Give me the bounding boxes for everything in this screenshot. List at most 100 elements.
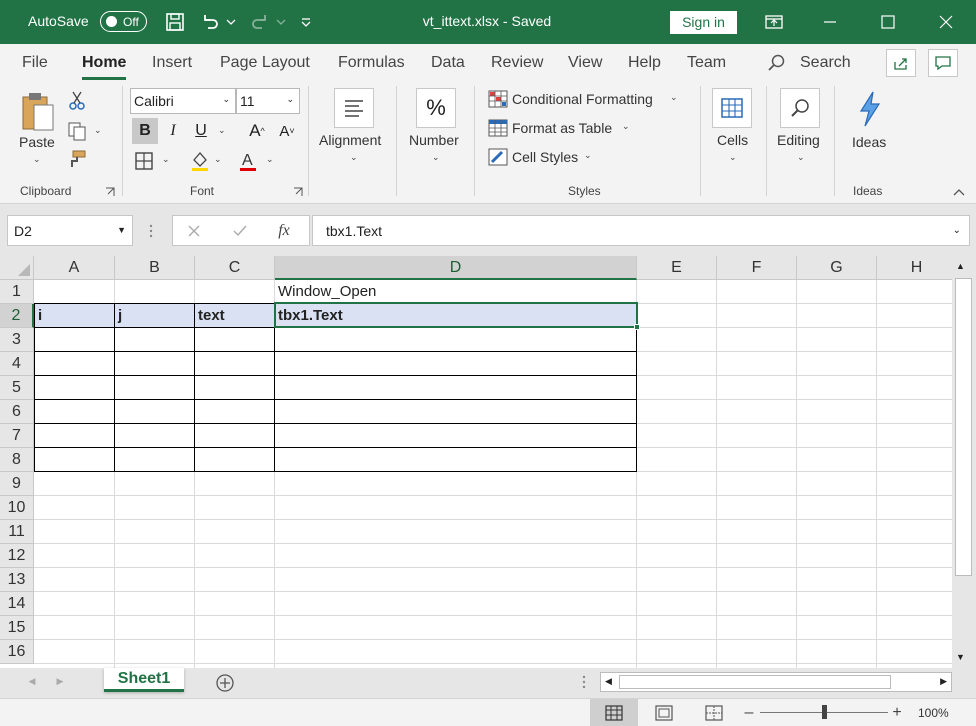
copy-icon[interactable]: [66, 120, 88, 142]
normal-view-icon[interactable]: [604, 704, 624, 722]
tab-home[interactable]: Home: [82, 54, 127, 80]
underline-icon[interactable]: U: [190, 118, 212, 144]
number-label[interactable]: Number: [409, 132, 459, 148]
row-header[interactable]: 6: [0, 400, 34, 424]
scroll-right-icon[interactable]: ▶: [940, 676, 947, 687]
cell-a2[interactable]: i: [35, 304, 42, 328]
tab-data[interactable]: Data: [431, 54, 465, 72]
row-header[interactable]: 10: [0, 496, 34, 520]
close-icon[interactable]: [934, 10, 958, 34]
add-sheet-icon[interactable]: [214, 672, 236, 694]
conditional-formatting-label[interactable]: Conditional Formatting: [512, 91, 653, 107]
tab-team[interactable]: Team: [687, 54, 726, 72]
number-dropdown-icon[interactable]: ⌄: [432, 152, 440, 163]
sheet-tab-sheet1[interactable]: Sheet1: [104, 668, 184, 692]
tab-insert[interactable]: Insert: [152, 54, 192, 72]
percent-icon[interactable]: %: [416, 88, 456, 128]
cancel-icon[interactable]: [183, 222, 205, 240]
horizontal-scrollbar[interactable]: ◀ ▶: [600, 672, 952, 692]
cut-icon[interactable]: [66, 90, 88, 112]
horizontal-scroll-thumb[interactable]: [619, 675, 891, 689]
tab-file[interactable]: File: [22, 54, 48, 72]
zoom-out-icon[interactable]: –: [742, 704, 756, 722]
worksheet-grid[interactable]: A B C D E F G H 1 2 3 4 5 6 7 8 9 10 11 …: [0, 256, 952, 668]
scroll-left-icon[interactable]: ◀: [605, 676, 612, 687]
undo-dropdown-icon[interactable]: [224, 10, 238, 34]
vertical-scroll-thumb[interactable]: [955, 278, 972, 576]
share-button[interactable]: [886, 49, 916, 77]
scroll-tabs-right-icon[interactable]: ▶: [54, 674, 66, 688]
cells-icon[interactable]: [712, 88, 752, 128]
format-as-table-label[interactable]: Format as Table: [512, 120, 612, 136]
conditional-formatting-icon[interactable]: [488, 90, 508, 108]
maximize-icon[interactable]: [876, 10, 900, 34]
row-header[interactable]: 1: [0, 280, 34, 304]
collapse-ribbon-icon[interactable]: [952, 186, 966, 198]
chevron-down-icon[interactable]: ⌄: [622, 121, 630, 132]
row-header[interactable]: 5: [0, 376, 34, 400]
increase-font-icon[interactable]: A ^: [244, 118, 270, 144]
zoom-level[interactable]: 100%: [918, 706, 949, 720]
tab-help[interactable]: Help: [628, 54, 661, 72]
chevron-down-icon[interactable]: ⌄: [222, 94, 230, 105]
fill-color-dropdown-icon[interactable]: ⌄: [214, 154, 222, 165]
row-header[interactable]: 3: [0, 328, 34, 352]
zoom-in-icon[interactable]: +: [890, 704, 904, 722]
column-header-a[interactable]: A: [34, 256, 115, 280]
format-painter-icon[interactable]: [66, 148, 88, 170]
column-header-f[interactable]: F: [717, 256, 797, 280]
editing-label[interactable]: Editing: [777, 132, 820, 148]
redo-dropdown-icon[interactable]: [274, 10, 288, 34]
chevron-down-icon[interactable]: ⌄: [286, 94, 294, 105]
save-icon[interactable]: [163, 10, 187, 34]
cell-b2[interactable]: j: [115, 304, 122, 328]
sign-in-button[interactable]: Sign in: [670, 11, 737, 34]
name-box[interactable]: D2 ▼: [7, 215, 133, 246]
scroll-up-icon[interactable]: ▲: [956, 261, 965, 271]
page-layout-view-icon[interactable]: [654, 704, 674, 722]
fill-color-icon[interactable]: [188, 148, 212, 174]
column-header-h[interactable]: H: [877, 256, 952, 280]
clipboard-launcher-icon[interactable]: [104, 186, 116, 198]
row-header[interactable]: 15: [0, 616, 34, 640]
cells-label[interactable]: Cells: [717, 132, 748, 148]
chevron-down-icon[interactable]: ⌄: [670, 92, 678, 103]
chevron-down-icon[interactable]: ⌄: [584, 150, 592, 161]
formula-input[interactable]: tbx1.Text ⌄: [312, 215, 970, 246]
comments-button[interactable]: [928, 49, 958, 77]
row-header[interactable]: 4: [0, 352, 34, 376]
italic-icon[interactable]: I: [162, 118, 184, 144]
paste-icon[interactable]: [20, 90, 56, 134]
vertical-scrollbar[interactable]: ▲ ▼: [952, 256, 976, 668]
column-header-b[interactable]: B: [115, 256, 195, 280]
insert-function-icon[interactable]: fx: [271, 221, 297, 241]
row-header[interactable]: 11: [0, 520, 34, 544]
row-header[interactable]: 13: [0, 568, 34, 592]
minimize-icon[interactable]: [818, 10, 842, 34]
undo-icon[interactable]: [198, 10, 222, 34]
search-label[interactable]: Search: [800, 54, 851, 72]
row-header[interactable]: 14: [0, 592, 34, 616]
cell-styles-icon[interactable]: [488, 148, 508, 166]
chevron-down-icon[interactable]: ▼: [117, 225, 126, 235]
column-header-c[interactable]: C: [195, 256, 275, 280]
tab-splitter-icon[interactable]: [580, 674, 588, 690]
underline-dropdown-icon[interactable]: ⌄: [218, 125, 226, 136]
enter-icon[interactable]: [229, 222, 251, 240]
borders-icon[interactable]: [132, 148, 156, 174]
decrease-font-icon[interactable]: A ˅: [274, 118, 300, 144]
select-all-corner[interactable]: [0, 256, 34, 280]
borders-dropdown-icon[interactable]: ⌄: [162, 154, 170, 165]
search-icon[interactable]: [766, 53, 786, 76]
scroll-down-icon[interactable]: ▼: [956, 652, 965, 662]
editing-dropdown-icon[interactable]: ⌄: [797, 152, 805, 163]
ribbon-display-icon[interactable]: [762, 10, 786, 34]
column-header-g[interactable]: G: [797, 256, 877, 280]
tab-review[interactable]: Review: [491, 54, 543, 72]
row-header[interactable]: 9: [0, 472, 34, 496]
ideas-label[interactable]: Ideas: [852, 134, 886, 150]
row-header[interactable]: 12: [0, 544, 34, 568]
cell-c2[interactable]: text: [195, 304, 225, 328]
row-header[interactable]: 7: [0, 424, 34, 448]
font-launcher-icon[interactable]: [292, 186, 304, 198]
